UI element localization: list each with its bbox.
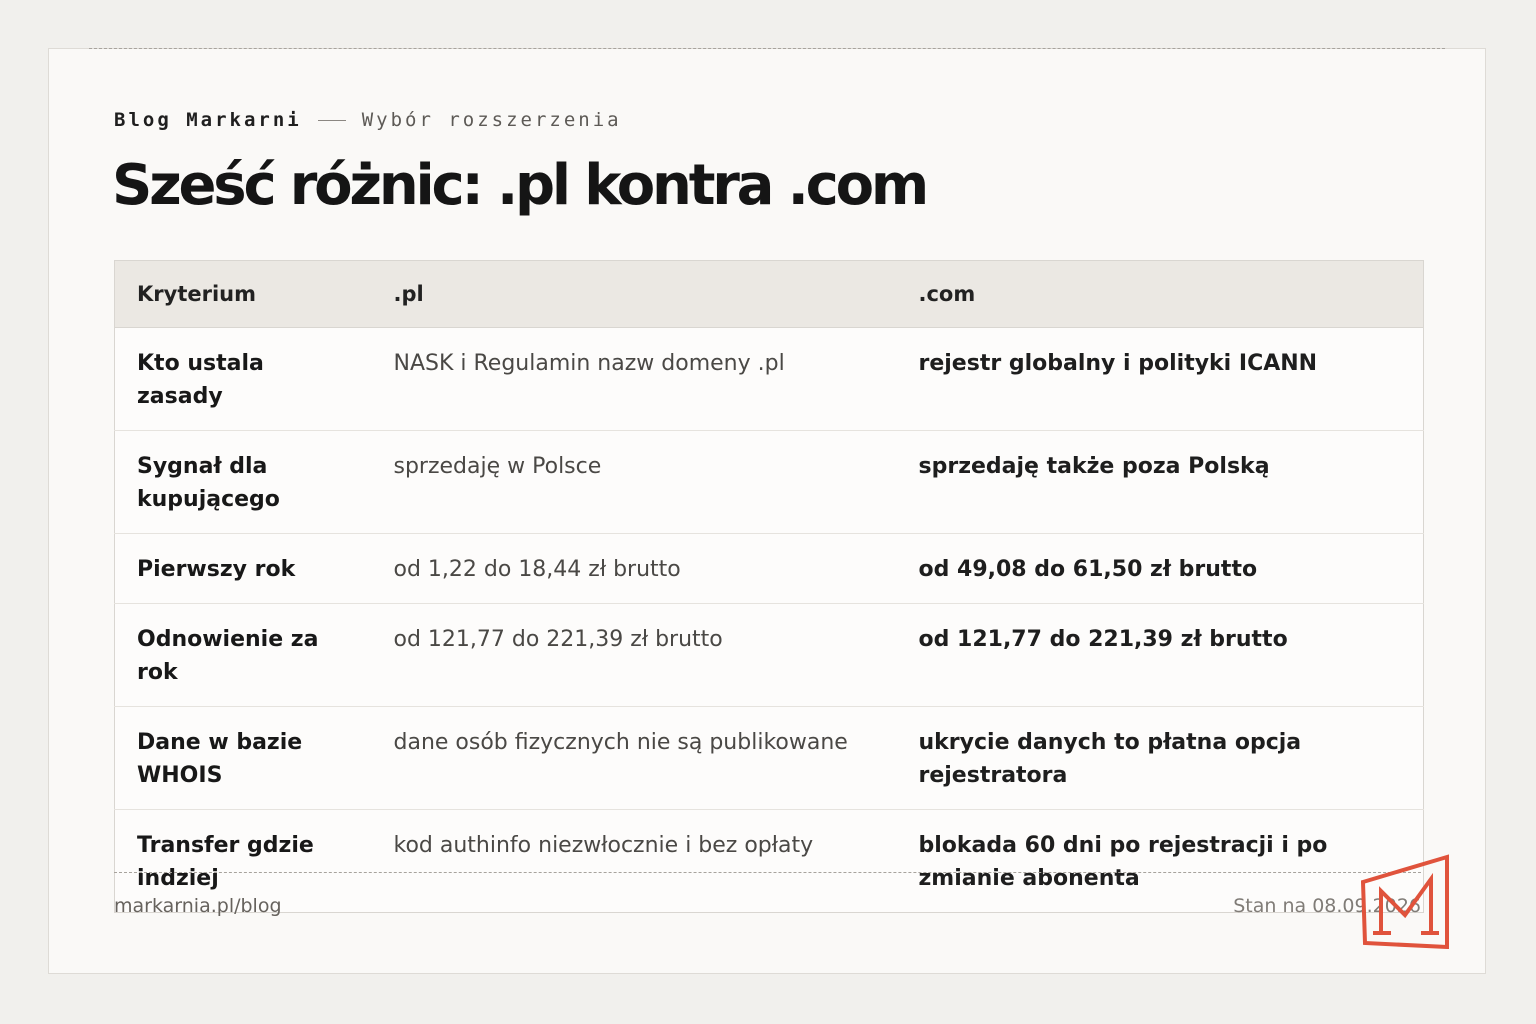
table-row: Pierwszy rok od 1,22 do 18,44 zł brutto …	[114, 533, 1424, 604]
section-label: Wybór rozszerzenia	[361, 109, 622, 131]
com-cell: od 49,08 do 61,50 zł brutto	[896, 533, 1424, 604]
criterion-cell: Odnowienie za rok	[114, 603, 372, 707]
pl-cell: od 121,77 do 221,39 zł brutto	[371, 603, 897, 707]
com-cell: ukrycie danych to płatna opcja rejestrat…	[896, 706, 1424, 810]
column-header-pl: .pl	[371, 260, 897, 328]
com-cell: sprzedaję także poza Polską	[896, 430, 1424, 534]
table-header-row: Kryterium .pl .com	[114, 260, 1424, 328]
article-card: Blog Markarni Wybór rozszerzenia Sześć r…	[48, 48, 1486, 974]
column-header-com: .com	[896, 260, 1424, 328]
table-row: Dane w bazie WHOIS dane osób fizycznych …	[114, 706, 1424, 810]
top-divider	[89, 48, 1445, 49]
table-row: Sygnał dla kupującego sprzedaję w Polsce…	[114, 430, 1424, 534]
pl-cell: od 1,22 do 18,44 zł brutto	[371, 533, 897, 604]
com-cell: rejestr globalny i polityki ICANN	[896, 327, 1424, 431]
table-row: Kto ustala zasady NASK i Regulamin nazw …	[114, 327, 1424, 431]
criterion-cell: Pierwszy rok	[114, 533, 372, 604]
table-row: Odnowienie za rok od 121,77 do 221,39 zł…	[114, 603, 1424, 707]
brand-label: Blog Markarni	[114, 109, 302, 131]
page-title: Sześć różnic: .pl kontra .com	[112, 153, 929, 218]
column-header-criterion: Kryterium	[114, 260, 372, 328]
bottom-divider	[114, 872, 1421, 873]
criterion-cell: Sygnał dla kupującego	[114, 430, 372, 534]
criterion-cell: Kto ustala zasady	[114, 327, 372, 431]
pl-cell: sprzedaję w Polsce	[371, 430, 897, 534]
com-cell: od 121,77 do 221,39 zł brutto	[896, 603, 1424, 707]
eyebrow: Blog Markarni Wybór rozszerzenia	[114, 109, 622, 131]
eyebrow-dash	[317, 119, 346, 121]
pl-cell: NASK i Regulamin nazw domeny .pl	[371, 327, 897, 431]
footer-url[interactable]: markarnia.pl/blog	[114, 895, 282, 917]
markarnia-m-logo-icon	[1361, 854, 1449, 949]
criterion-cell: Dane w bazie WHOIS	[114, 706, 372, 810]
pl-cell: dane osób fizycznych nie są publikowane	[371, 706, 897, 810]
table-row: Transfer gdzie indziej kod authinfo niez…	[114, 809, 1424, 913]
pl-cell: kod authinfo niezwłocznie i bez opłaty	[371, 809, 897, 913]
comparison-table: Kryterium .pl .com Kto ustala zasady NAS…	[114, 260, 1424, 913]
